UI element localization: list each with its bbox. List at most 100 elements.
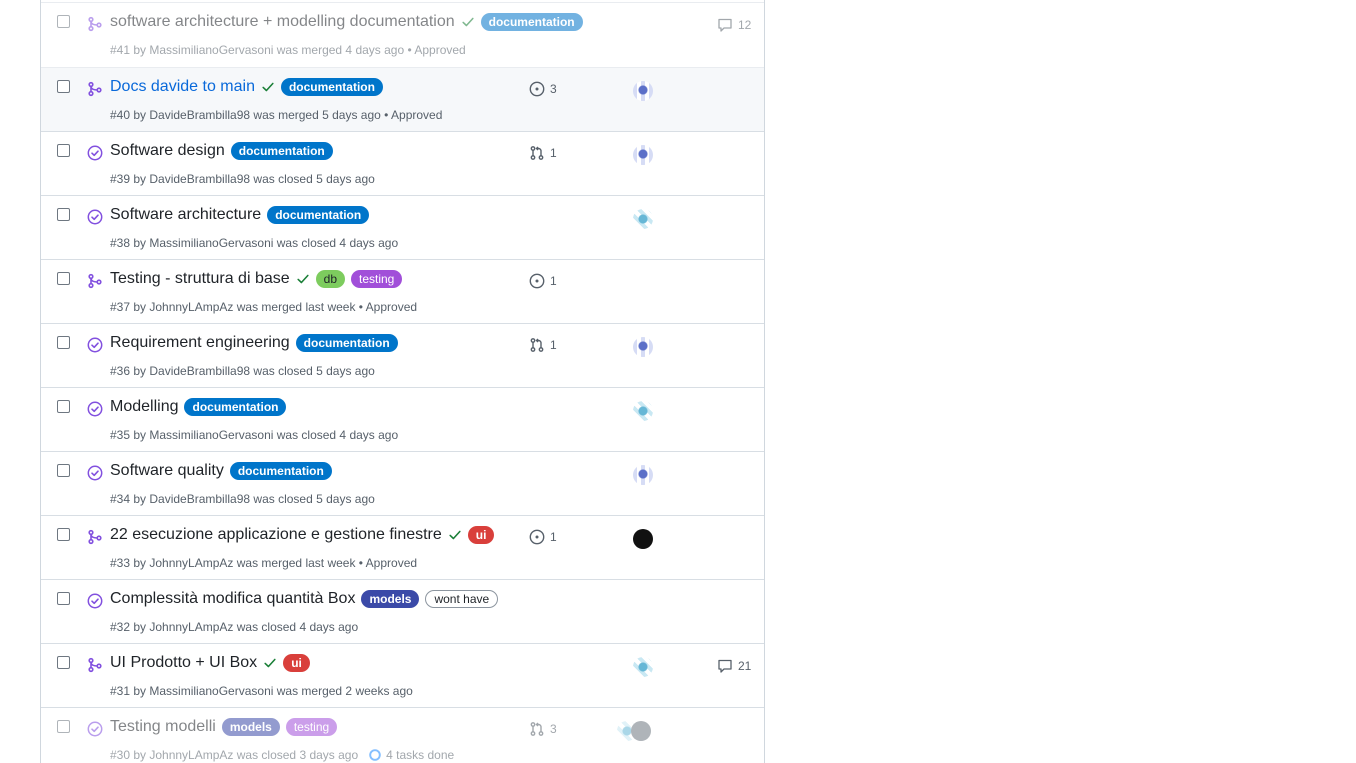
label-models[interactable]: models — [361, 590, 420, 608]
closed-issue-icon — [87, 465, 103, 481]
pr-row[interactable]: Docs davide to main documentation #40 by D… — [41, 68, 764, 132]
pr-title-link[interactable]: Modelling — [110, 398, 178, 416]
pr-row[interactable]: Complessità modifica quantità Box models w… — [41, 580, 764, 644]
pr-title-link[interactable]: Software design — [110, 142, 225, 160]
pr-title-link[interactable]: Docs davide to main — [110, 78, 255, 96]
comment-count[interactable]: 12 — [717, 17, 751, 33]
label-testing[interactable]: testing — [285, 718, 338, 736]
closed-issue-icon — [87, 401, 103, 417]
avatar[interactable] — [633, 209, 653, 229]
linked-pr-count[interactable]: 1 — [529, 337, 557, 353]
pr-title-link[interactable]: Software quality — [110, 462, 224, 480]
pr-row[interactable]: UI Prodotto + UI Box ui #31 by Massimilian… — [41, 644, 764, 708]
label-models[interactable]: models — [221, 718, 280, 736]
avatar[interactable] — [633, 81, 653, 101]
pr-row[interactable]: Software quality documentation #34 by Davi… — [41, 452, 764, 516]
avatar[interactable] — [633, 401, 653, 421]
pr-meta: #40 by DavideBrambilla98 was merged 5 da… — [110, 108, 442, 122]
select-checkbox[interactable] — [57, 464, 70, 477]
assignees — [633, 465, 653, 485]
avatar[interactable] — [633, 465, 653, 485]
avatar[interactable] — [633, 337, 653, 357]
pr-title-link[interactable]: Requirement engineering — [110, 334, 290, 352]
label-db[interactable]: db — [315, 270, 345, 288]
pr-title-link[interactable]: Testing - struttura di base — [110, 270, 290, 288]
select-checkbox[interactable] — [57, 80, 70, 93]
linked-issue-count[interactable]: 3 — [529, 81, 557, 97]
label-documentation[interactable]: documentation — [480, 13, 583, 31]
linked-pr-count[interactable]: 3 — [529, 721, 557, 737]
pr-title-link[interactable]: Testing modelli — [110, 718, 216, 736]
label-documentation[interactable]: documentation — [295, 334, 398, 352]
closed-issue-icon — [87, 337, 103, 353]
pr-row[interactable]: Software architecture documentation #38 by… — [41, 196, 764, 260]
pr-title-link[interactable]: software architecture + modelling docume… — [110, 13, 455, 31]
title-line: Requirement engineering documentation — [110, 334, 398, 352]
avatar[interactable] — [631, 721, 651, 741]
pr-meta: #34 by DavideBrambilla98 was closed 5 da… — [110, 492, 375, 506]
label-ui[interactable]: ui — [467, 526, 495, 544]
task-progress-label: 4 tasks done — [386, 748, 455, 762]
label-documentation[interactable]: documentation — [280, 78, 383, 96]
linked-issue-count[interactable]: 1 — [529, 273, 557, 289]
linked-issue-count[interactable]: 1 — [529, 529, 557, 545]
merged-pr-icon — [88, 273, 102, 289]
pr-row[interactable]: Modelling documentation #35 by Massimilian… — [41, 388, 764, 452]
avatar[interactable] — [633, 529, 653, 549]
avatar[interactable] — [633, 145, 653, 165]
closed-issue-icon-wrap — [87, 593, 103, 609]
merged-pr-icon — [88, 16, 102, 32]
meta-text: #33 by JohnnyLAmpAz was merged last week… — [110, 556, 418, 570]
label-documentation[interactable]: documentation — [229, 462, 332, 480]
select-checkbox[interactable] — [57, 528, 70, 541]
assignees — [617, 721, 653, 741]
title-line: Complessità modifica quantità Box models w… — [110, 590, 499, 608]
label-documentation[interactable]: documentation — [267, 206, 370, 224]
pr-row[interactable]: Requirement engineering documentation #36 … — [41, 324, 764, 388]
merged-pr-icon — [88, 529, 102, 545]
pr-row[interactable]: Testing - struttura di base db testing #37 … — [41, 260, 764, 324]
select-checkbox[interactable] — [57, 336, 70, 349]
merged-pr-icon — [88, 81, 102, 97]
linked-pr-count[interactable]: 1 — [529, 145, 557, 161]
pr-title-link[interactable]: UI Prodotto + UI Box — [110, 654, 257, 672]
select-checkbox[interactable] — [57, 144, 70, 157]
merged-pr-icon-wrap — [87, 529, 103, 545]
select-checkbox[interactable] — [57, 208, 70, 221]
meta-text: #36 by DavideBrambilla98 was closed 5 da… — [110, 364, 375, 378]
label-testing[interactable]: testing — [351, 270, 403, 288]
assignees — [633, 209, 653, 229]
avatar[interactable] — [633, 657, 653, 677]
label-ui[interactable]: ui — [283, 654, 310, 672]
pull-request-list: software architecture + modelling docume… — [40, 0, 765, 763]
ref-count: 1 — [550, 530, 557, 544]
closed-issue-icon — [87, 145, 103, 161]
select-checkbox[interactable] — [57, 400, 70, 413]
linked-issue-icon — [529, 81, 545, 97]
pr-title-link[interactable]: Complessità modifica quantità Box — [110, 590, 355, 608]
select-checkbox[interactable] — [57, 656, 70, 669]
select-checkbox[interactable] — [57, 592, 70, 605]
linked-issue-icon — [529, 529, 545, 545]
comment-count[interactable]: 21 — [717, 658, 751, 674]
pr-row[interactable]: 22 esecuzione applicazione e gestione fi… — [41, 516, 764, 580]
select-checkbox[interactable] — [57, 272, 70, 285]
pr-title-link[interactable]: 22 esecuzione applicazione e gestione fi… — [110, 526, 442, 544]
label-documentation[interactable]: documentation — [230, 142, 333, 160]
title-line: software architecture + modelling docume… — [110, 13, 583, 31]
closed-issue-icon-wrap — [87, 465, 103, 481]
closed-issue-icon-wrap — [87, 401, 103, 417]
merged-pr-icon — [88, 657, 102, 673]
pr-row[interactable]: Software design documentation #39 by David… — [41, 132, 764, 196]
pr-row[interactable]: software architecture + modelling docume… — [41, 2, 764, 68]
label-documentation[interactable]: documentation — [184, 398, 287, 416]
pr-title-link[interactable]: Software architecture — [110, 206, 261, 224]
label-wonthave[interactable]: wont have — [425, 590, 499, 608]
comment-icon — [718, 18, 732, 32]
pr-row[interactable]: Testing modelli models testing #30 by Johnn… — [41, 708, 764, 763]
select-checkbox[interactable] — [57, 720, 70, 733]
task-progress[interactable]: 4 tasks done — [368, 748, 454, 762]
linked-issue-icon — [529, 273, 545, 289]
select-checkbox[interactable] — [57, 15, 70, 28]
title-line: Docs davide to main documentation — [110, 78, 383, 96]
